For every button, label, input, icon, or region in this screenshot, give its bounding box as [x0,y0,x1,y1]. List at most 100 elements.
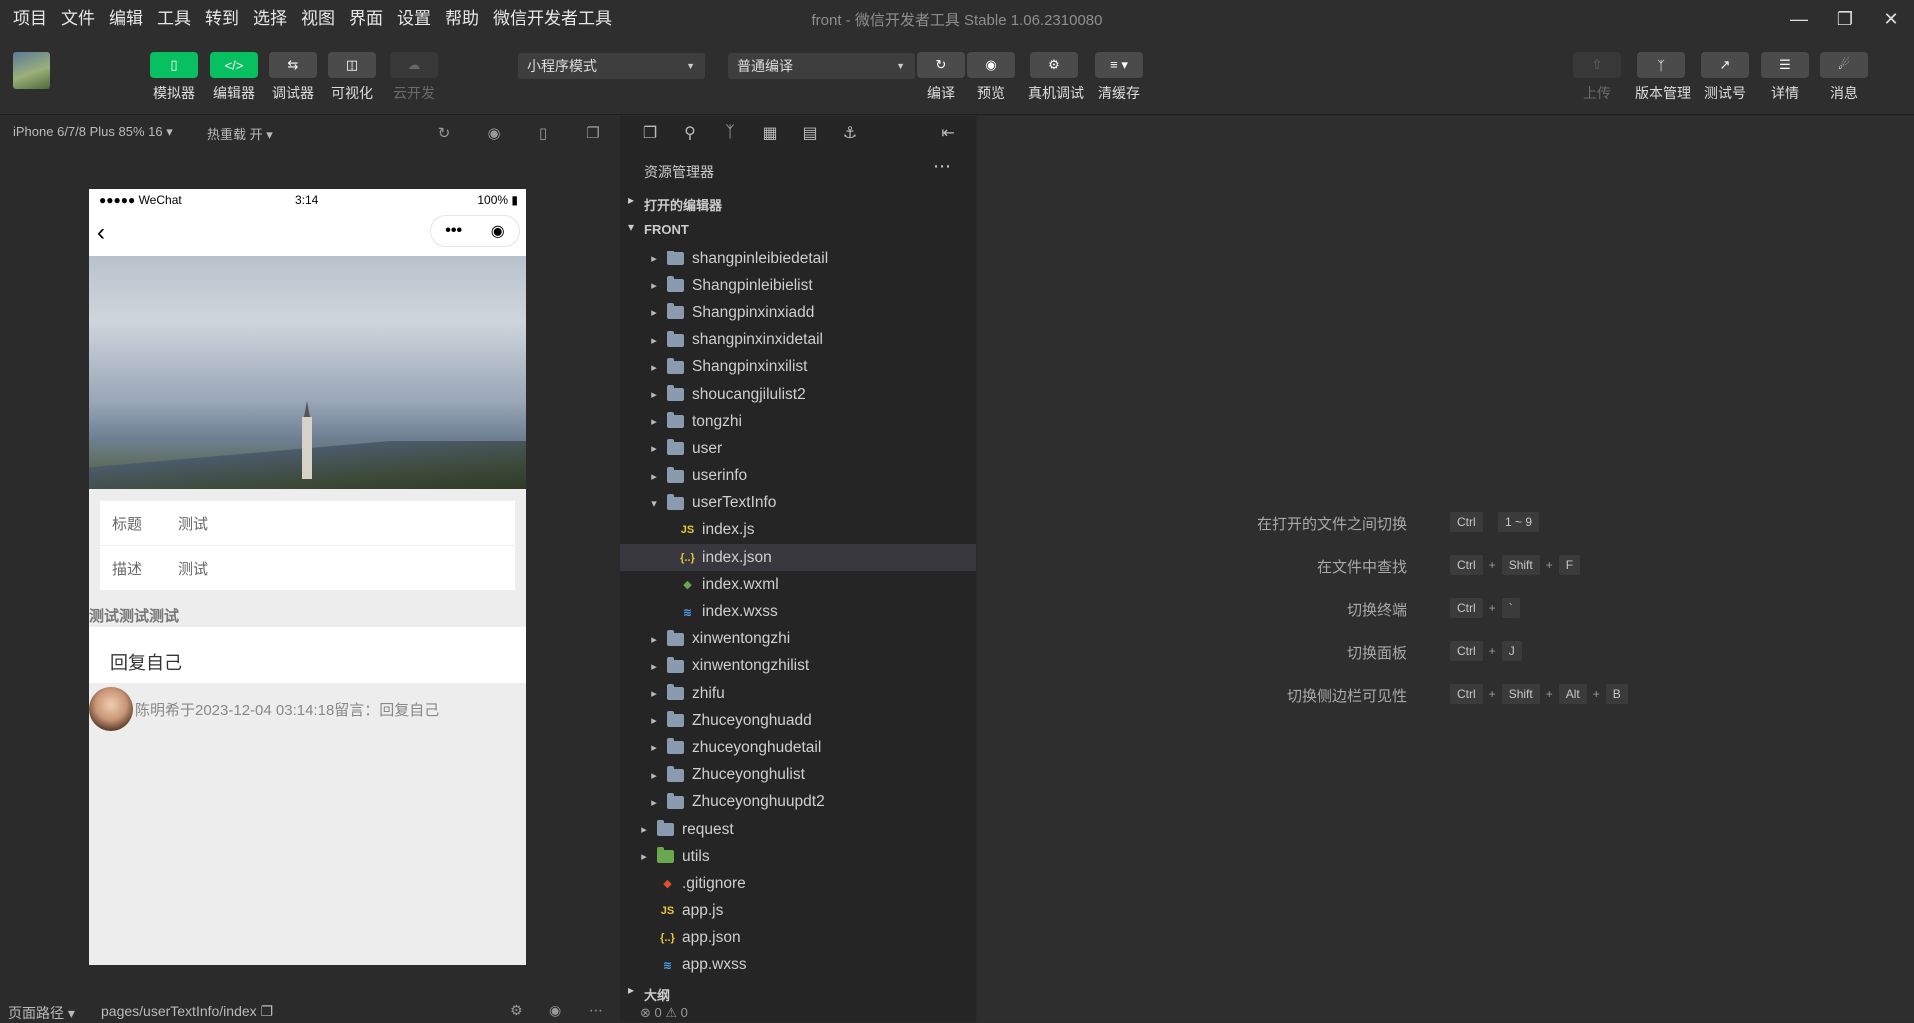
problems-bar[interactable]: ⊗ 0 ⚠ 0 [620,1000,976,1022]
menu-devtools[interactable]: 微信开发者工具 [486,0,619,38]
tree-item[interactable]: ▸ shoucangjilulist2 [620,381,976,408]
editor-button[interactable]: </> 编辑器 [208,52,260,103]
details-button[interactable]: ☰ 详情 [1759,52,1811,103]
restore-icon[interactable]: ❐ [1822,0,1868,38]
tree-item[interactable]: ▸ Shangpinxinxilist [620,354,976,381]
search-icon[interactable]: ⚲ [670,123,710,143]
capsule-menu[interactable]: ••• ◉ [430,215,520,247]
tree-item[interactable]: ▸ tongzhi [620,408,976,435]
git-icon[interactable]: ᛉ [710,124,750,142]
menu-project[interactable]: 项目 [6,0,54,38]
docker-icon[interactable]: ⚓ [830,123,870,143]
tree-item[interactable]: ◆ .gitignore [620,870,976,897]
key-cap: J [1501,641,1522,661]
refresh-icon[interactable]: ↻ [435,124,453,142]
tree-item[interactable]: ▸ Shangpinleibielist [620,272,976,299]
messages-button[interactable]: ☄ 消息 [1818,52,1870,103]
tree-item[interactable]: ▸ xinwentongzhi [620,626,976,653]
menu-settings[interactable]: 设置 [390,0,438,38]
close-mini-icon[interactable]: ◉ [491,221,505,241]
clear-cache-button[interactable]: ≡ ▾ 清缓存 [1093,52,1145,103]
hot-reload-select[interactable]: 热重载 开 ▾ [207,124,273,143]
tree-item[interactable]: ▸ zhuceyonghudetail [620,734,976,761]
warning-icon: ⚠ [665,1005,678,1020]
simulator-button[interactable]: ▯ 模拟器 [148,52,200,103]
open-editors-section[interactable]: 打开的编辑器 [620,188,976,215]
menu-help[interactable]: 帮助 [438,0,486,38]
eye-icon[interactable]: ◉ [549,1002,561,1019]
tree-item[interactable]: ▸ xinwentongzhilist [620,653,976,680]
outline-section[interactable]: 大纲 [620,978,976,1003]
tree-item[interactable]: ≋ index.wxss [620,598,976,625]
files-icon[interactable]: ❐ [630,123,670,143]
tree-item[interactable]: ▸ shangpinxinxidetail [620,327,976,354]
menu-interface[interactable]: 界面 [342,0,390,38]
mode-select[interactable]: 小程序模式 ▼ [518,53,705,79]
tree-item[interactable]: {..} index.json [620,544,976,572]
phone-icon[interactable]: ▯ [534,124,552,142]
debugger-label: 调试器 [272,85,314,101]
minimize-icon[interactable]: — [1776,0,1822,38]
version-button[interactable]: ᛉ 版本管理 [1635,52,1691,103]
upload-button[interactable]: ⇧ 上传 [1571,52,1623,103]
stop-icon[interactable]: ◉ [485,124,503,142]
close-icon[interactable]: ✕ [1868,0,1914,38]
storage-icon[interactable]: ▤ [790,123,830,143]
debugger-button[interactable]: ⇆ 调试器 [267,52,319,103]
settings-icon[interactable]: ⚙ [510,1002,523,1019]
menu-goto[interactable]: 转到 [198,0,246,38]
page-path-select[interactable]: 页面路径 ▾ [8,1003,75,1023]
more-icon[interactable]: ••• [445,222,462,240]
menu-select[interactable]: 选择 [246,0,294,38]
tree-item[interactable]: ▸ userinfo [620,463,976,490]
tree-item[interactable]: ▸ request [620,816,976,843]
key-cap: F [1558,555,1581,575]
tree-item[interactable]: ▸ Shangpinxinxiadd [620,299,976,326]
menu-edit[interactable]: 编辑 [102,0,150,38]
plus-sign: + [1592,687,1600,701]
compile-select[interactable]: 普通编译 ▼ [728,53,915,79]
error-icon: ⊗ [640,1005,651,1020]
compile-button[interactable]: ↻ 编译 [915,52,967,103]
visual-button[interactable]: ◫ 可视化 [326,52,378,103]
collapse-panel-icon[interactable]: ⇤ [928,123,968,143]
tree-item[interactable]: ▸ shangpinleibiedetail [620,251,976,272]
tree-item[interactable]: JS index.js [620,517,976,544]
tree-item[interactable]: JS app.js [620,898,976,925]
preview-button[interactable]: ◉ 预览 [965,52,1017,103]
tree-item[interactable]: ▾ userTextInfo [620,490,976,517]
more-icon[interactable]: ⋯ [933,156,952,177]
extensions-icon[interactable]: ▦ [750,123,790,143]
tree-item[interactable]: ▸ user [620,435,976,462]
chevron-right-icon: ▸ [641,824,647,837]
tree-item[interactable]: ◆ index.wxml [620,571,976,598]
menu-tools[interactable]: 工具 [150,0,198,38]
tree-item[interactable]: ▸ zhifu [620,680,976,707]
shortcut-keys: Ctrl + ` [1450,598,1520,618]
tree-item[interactable]: {..} app.json [620,925,976,952]
tree-item[interactable]: ≋ app.wxss [620,952,976,975]
shortcut-row: 切换侧边栏可见性 Ctrl + Shift + Alt + B [977,680,1914,710]
simulator-bar: iPhone 6/7/8 Plus 85% 16 ▾ 热重载 开 ▾ ↻ ◉ ▯… [0,116,620,148]
remote-debug-button[interactable]: ⚙ 真机调试 [1028,52,1084,103]
test-account-button[interactable]: ↗ 测试号 [1699,52,1751,103]
plus-sign: + [1488,558,1496,572]
menu-view[interactable]: 视图 [294,0,342,38]
refresh-icon: ↻ [917,52,965,78]
tree-item[interactable]: ▸ Zhuceyonghulist [620,762,976,789]
tree-item[interactable]: ▸ Zhuceyonghuupdt2 [620,789,976,816]
project-section[interactable]: FRONT [620,215,976,242]
desc-row: 描述 测试 [100,546,515,591]
menu-file[interactable]: 文件 [54,0,102,38]
chevron-right-icon: ▸ [651,307,657,320]
page-path[interactable]: pages/userTextInfo/index ❐ [101,1003,273,1020]
window-icon[interactable]: ❐ [584,124,602,142]
tree-item[interactable]: ▸ utils [620,843,976,870]
time-label: 3:14 [295,193,319,207]
cloud-button[interactable]: ☁ 云开发 [388,52,440,103]
avatar[interactable] [13,52,50,89]
back-icon[interactable]: ‹ [97,219,105,247]
device-select[interactable]: iPhone 6/7/8 Plus 85% 16 ▾ [13,124,173,140]
tree-item[interactable]: ▸ Zhuceyonghuadd [620,707,976,734]
more-icon[interactable]: ⋯ [589,1002,603,1019]
